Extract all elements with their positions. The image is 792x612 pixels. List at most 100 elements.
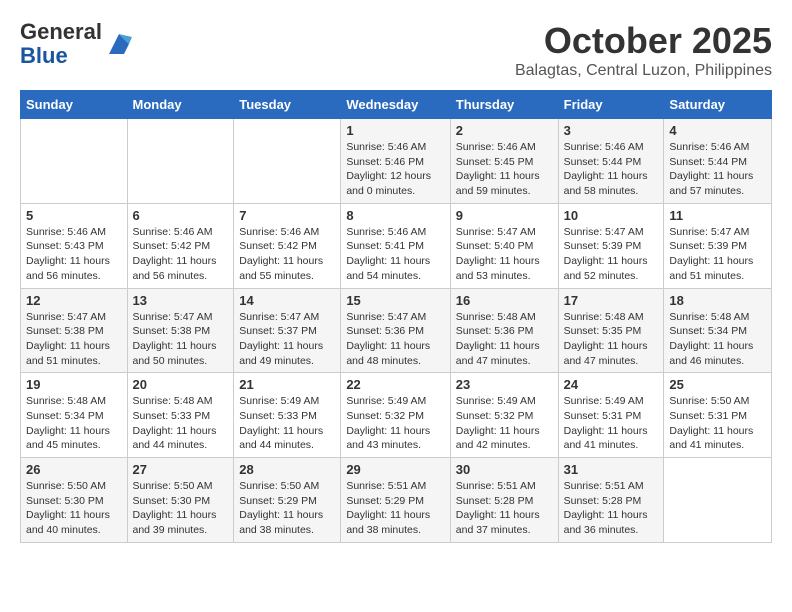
day-number: 19 — [26, 377, 122, 392]
day-number: 9 — [456, 208, 553, 223]
logo-icon — [104, 29, 134, 59]
day-detail: Sunrise: 5:51 AM Sunset: 5:29 PM Dayligh… — [346, 479, 444, 538]
day-number: 11 — [669, 208, 766, 223]
day-detail: Sunrise: 5:47 AM Sunset: 5:40 PM Dayligh… — [456, 225, 553, 284]
day-detail: Sunrise: 5:46 AM Sunset: 5:44 PM Dayligh… — [564, 140, 659, 199]
calendar-cell: 21Sunrise: 5:49 AM Sunset: 5:33 PM Dayli… — [234, 373, 341, 458]
day-detail: Sunrise: 5:47 AM Sunset: 5:38 PM Dayligh… — [133, 310, 229, 369]
day-number: 29 — [346, 462, 444, 477]
day-detail: Sunrise: 5:46 AM Sunset: 5:45 PM Dayligh… — [456, 140, 553, 199]
day-detail: Sunrise: 5:49 AM Sunset: 5:33 PM Dayligh… — [239, 394, 335, 453]
day-detail: Sunrise: 5:47 AM Sunset: 5:38 PM Dayligh… — [26, 310, 122, 369]
calendar-cell: 3 Sunrise: 5:46 AM Sunset: 5:44 PM Daylig… — [558, 119, 664, 204]
day-detail: Sunrise: 5:51 AM Sunset: 5:28 PM Dayligh… — [564, 479, 659, 538]
day-number: 2 — [456, 123, 553, 138]
calendar-cell: 11 Sunrise: 5:47 AM Sunset: 5:39 PM Dayli… — [664, 203, 772, 288]
day-number: 28 — [239, 462, 335, 477]
day-number: 24 — [564, 377, 659, 392]
calendar-cell: 12 Sunrise: 5:47 AM Sunset: 5:38 PM Dayli… — [21, 288, 128, 373]
day-detail: Sunrise: 5:48 AM Sunset: 5:34 PM Dayligh… — [26, 394, 122, 453]
calendar-cell: 28 Sunrise: 5:50 AM Sunset: 5:29 PM Dayli… — [234, 458, 341, 543]
day-detail: Sunrise: 5:48 AM Sunset: 5:33 PM Dayligh… — [133, 394, 229, 453]
calendar-week-1: 1 Sunrise: 5:46 AM Sunset: 5:46 PM Daylig… — [21, 119, 772, 204]
calendar-week-5: 26Sunrise: 5:50 AM Sunset: 5:30 PM Dayli… — [21, 458, 772, 543]
calendar-cell: 30 Sunrise: 5:51 AM Sunset: 5:28 PM Dayli… — [450, 458, 558, 543]
calendar-cell: 16 Sunrise: 5:48 AM Sunset: 5:36 PM Dayli… — [450, 288, 558, 373]
day-detail: Sunrise: 5:51 AM Sunset: 5:28 PM Dayligh… — [456, 479, 553, 538]
calendar-cell: 7Sunrise: 5:46 AM Sunset: 5:42 PM Daylig… — [234, 203, 341, 288]
calendar-cell: 14Sunrise: 5:47 AM Sunset: 5:37 PM Dayli… — [234, 288, 341, 373]
calendar-cell — [21, 119, 128, 204]
day-detail: Sunrise: 5:46 AM Sunset: 5:44 PM Dayligh… — [669, 140, 766, 199]
header-tuesday: Tuesday — [234, 91, 341, 119]
day-detail: Sunrise: 5:50 AM Sunset: 5:30 PM Dayligh… — [133, 479, 229, 538]
day-detail: Sunrise: 5:46 AM Sunset: 5:42 PM Dayligh… — [239, 225, 335, 284]
month-title: October 2025 — [515, 20, 772, 62]
calendar-week-2: 5 Sunrise: 5:46 AM Sunset: 5:43 PM Daylig… — [21, 203, 772, 288]
location: Balagtas, Central Luzon, Philippines — [515, 62, 772, 80]
calendar-cell: 24 Sunrise: 5:49 AM Sunset: 5:31 PM Dayli… — [558, 373, 664, 458]
logo-general: General — [20, 19, 102, 44]
day-detail: Sunrise: 5:46 AM Sunset: 5:43 PM Dayligh… — [26, 225, 122, 284]
logo: General Blue — [20, 20, 134, 68]
day-number: 17 — [564, 293, 659, 308]
header-saturday: Saturday — [664, 91, 772, 119]
page-header: General Blue October 2025 Balagtas, Cent… — [20, 20, 772, 80]
day-detail: Sunrise: 5:46 AM Sunset: 5:42 PM Dayligh… — [133, 225, 229, 284]
calendar-cell: 10Sunrise: 5:47 AM Sunset: 5:39 PM Dayli… — [558, 203, 664, 288]
calendar-cell: 9 Sunrise: 5:47 AM Sunset: 5:40 PM Daylig… — [450, 203, 558, 288]
day-detail: Sunrise: 5:49 AM Sunset: 5:32 PM Dayligh… — [346, 394, 444, 453]
day-number: 18 — [669, 293, 766, 308]
day-number: 15 — [346, 293, 444, 308]
day-number: 1 — [346, 123, 444, 138]
calendar-cell: 2 Sunrise: 5:46 AM Sunset: 5:45 PM Daylig… — [450, 119, 558, 204]
day-number: 10 — [564, 208, 659, 223]
day-detail: Sunrise: 5:48 AM Sunset: 5:34 PM Dayligh… — [669, 310, 766, 369]
day-number: 4 — [669, 123, 766, 138]
calendar-cell: 26Sunrise: 5:50 AM Sunset: 5:30 PM Dayli… — [21, 458, 128, 543]
header-thursday: Thursday — [450, 91, 558, 119]
header-monday: Monday — [127, 91, 234, 119]
day-number: 30 — [456, 462, 553, 477]
day-number: 3 — [564, 123, 659, 138]
calendar-cell: 18 Sunrise: 5:48 AM Sunset: 5:34 PM Dayli… — [664, 288, 772, 373]
day-number: 5 — [26, 208, 122, 223]
calendar-cell: 23Sunrise: 5:49 AM Sunset: 5:32 PM Dayli… — [450, 373, 558, 458]
day-detail: Sunrise: 5:48 AM Sunset: 5:36 PM Dayligh… — [456, 310, 553, 369]
day-number: 25 — [669, 377, 766, 392]
day-number: 12 — [26, 293, 122, 308]
calendar-cell: 27 Sunrise: 5:50 AM Sunset: 5:30 PM Dayli… — [127, 458, 234, 543]
day-detail: Sunrise: 5:49 AM Sunset: 5:31 PM Dayligh… — [564, 394, 659, 453]
calendar-cell: 15 Sunrise: 5:47 AM Sunset: 5:36 PM Dayli… — [341, 288, 450, 373]
day-number: 16 — [456, 293, 553, 308]
calendar-cell — [664, 458, 772, 543]
day-detail: Sunrise: 5:49 AM Sunset: 5:32 PM Dayligh… — [456, 394, 553, 453]
calendar-cell: 20 Sunrise: 5:48 AM Sunset: 5:33 PM Dayli… — [127, 373, 234, 458]
calendar-cell: 25Sunrise: 5:50 AM Sunset: 5:31 PM Dayli… — [664, 373, 772, 458]
calendar-cell: 4 Sunrise: 5:46 AM Sunset: 5:44 PM Daylig… — [664, 119, 772, 204]
day-number: 27 — [133, 462, 229, 477]
day-number: 31 — [564, 462, 659, 477]
day-detail: Sunrise: 5:50 AM Sunset: 5:29 PM Dayligh… — [239, 479, 335, 538]
day-detail: Sunrise: 5:47 AM Sunset: 5:39 PM Dayligh… — [669, 225, 766, 284]
day-detail: Sunrise: 5:46 AM Sunset: 5:41 PM Dayligh… — [346, 225, 444, 284]
calendar-header-row: SundayMondayTuesdayWednesdayThursdayFrid… — [21, 91, 772, 119]
day-detail: Sunrise: 5:47 AM Sunset: 5:36 PM Dayligh… — [346, 310, 444, 369]
calendar-cell: 31 Sunrise: 5:51 AM Sunset: 5:28 PM Dayli… — [558, 458, 664, 543]
calendar-cell: 17 Sunrise: 5:48 AM Sunset: 5:35 PM Dayli… — [558, 288, 664, 373]
header-friday: Friday — [558, 91, 664, 119]
calendar-cell: 1 Sunrise: 5:46 AM Sunset: 5:46 PM Daylig… — [341, 119, 450, 204]
logo-blue: Blue — [20, 43, 68, 68]
header-wednesday: Wednesday — [341, 91, 450, 119]
day-number: 13 — [133, 293, 229, 308]
calendar-cell: 8Sunrise: 5:46 AM Sunset: 5:41 PM Daylig… — [341, 203, 450, 288]
calendar-cell: 6Sunrise: 5:46 AM Sunset: 5:42 PM Daylig… — [127, 203, 234, 288]
calendar-cell: 5 Sunrise: 5:46 AM Sunset: 5:43 PM Daylig… — [21, 203, 128, 288]
day-number: 20 — [133, 377, 229, 392]
day-detail: Sunrise: 5:46 AM Sunset: 5:46 PM Dayligh… — [346, 140, 444, 199]
day-detail: Sunrise: 5:48 AM Sunset: 5:35 PM Dayligh… — [564, 310, 659, 369]
calendar-week-3: 12 Sunrise: 5:47 AM Sunset: 5:38 PM Dayli… — [21, 288, 772, 373]
title-area: October 2025 Balagtas, Central Luzon, Ph… — [515, 20, 772, 80]
day-detail: Sunrise: 5:50 AM Sunset: 5:30 PM Dayligh… — [26, 479, 122, 538]
header-sunday: Sunday — [21, 91, 128, 119]
